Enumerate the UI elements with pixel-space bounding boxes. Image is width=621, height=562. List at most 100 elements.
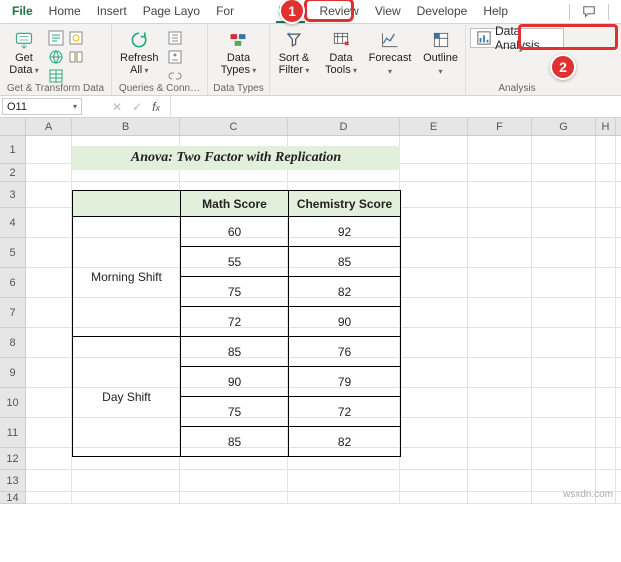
data-tools-label: Data Tools — [325, 52, 357, 77]
sort-filter-label: Sort & Filter — [279, 52, 310, 77]
worksheet[interactable]: ABCDEFGH 1234567891011121314 Anova: Two … — [0, 118, 621, 504]
tab-formulas[interactable]: For — [208, 1, 242, 22]
forecast-label: Forecast — [369, 52, 412, 78]
tab-view[interactable]: View — [367, 1, 409, 22]
row-header-12[interactable]: 12 — [0, 448, 26, 470]
row-header-7[interactable]: 7 — [0, 298, 26, 328]
col-header-F[interactable]: F — [468, 118, 532, 135]
tab-developer[interactable]: Develope — [409, 1, 476, 22]
forecast-button[interactable]: Forecast — [368, 26, 412, 80]
cell: 90 — [289, 307, 401, 337]
select-all-corner[interactable] — [0, 118, 26, 135]
row-header-1[interactable]: 1 — [0, 136, 26, 164]
col-header-A[interactable]: A — [26, 118, 72, 135]
refresh-all-label: Refresh All — [120, 52, 159, 77]
tab-help[interactable]: Help — [475, 1, 516, 22]
row-header-3[interactable]: 3 — [0, 182, 26, 208]
ribbon-body: Get Data Get & Transform Data Refresh Al… — [0, 24, 621, 96]
sort-filter-button[interactable]: Sort & Filter — [274, 26, 314, 79]
col-header-H[interactable]: H — [596, 118, 616, 135]
table-header-math: Math Score — [181, 191, 289, 217]
get-data-icon — [14, 30, 34, 50]
row-header-13[interactable]: 13 — [0, 470, 26, 492]
formula-bar-row: O11 ▾ ✕ ✓ fx — [0, 96, 621, 118]
row-header-6[interactable]: 6 — [0, 268, 26, 298]
comments-icon[interactable] — [576, 3, 602, 21]
row-header-14[interactable]: 14 — [0, 492, 26, 504]
get-data-button[interactable]: Get Data — [4, 26, 44, 79]
column-headers: ABCDEFGH — [0, 118, 621, 136]
cell: 85 — [181, 337, 289, 367]
data-types-button[interactable]: Data Types — [217, 26, 261, 79]
fx-icon[interactable]: fx — [152, 100, 160, 114]
group-morning: Morning Shift — [73, 217, 181, 337]
data-tools-button[interactable]: Data Tools — [321, 26, 361, 79]
formula-input[interactable] — [171, 96, 621, 117]
get-data-label: Get Data — [9, 52, 39, 77]
table-header-blank — [73, 191, 181, 217]
outline-label: Outline — [423, 52, 458, 78]
table-header-chem: Chemistry Score — [289, 191, 401, 217]
name-box-value: O11 — [7, 101, 27, 113]
row-header-4[interactable]: 4 — [0, 208, 26, 238]
chevron-down-icon[interactable]: ▾ — [73, 102, 77, 111]
title-banner: Anova: Two Factor with Replication — [72, 146, 400, 170]
queries-icon[interactable] — [167, 30, 183, 46]
tab-file[interactable]: File — [4, 1, 41, 22]
refresh-all-button[interactable]: Refresh All — [116, 26, 163, 79]
cell: 85 — [289, 247, 401, 277]
col-header-E[interactable]: E — [400, 118, 468, 135]
watermark: wsxdn.com — [563, 489, 613, 500]
row-headers: 1234567891011121314 — [0, 136, 26, 504]
cell: 90 — [181, 367, 289, 397]
group-analysis: Analysis — [470, 82, 564, 94]
data-table: Math Score Chemistry Score Morning Shift… — [72, 190, 401, 457]
name-box[interactable]: O11 ▾ — [2, 98, 82, 115]
sort-filter-icon — [284, 30, 304, 50]
row-header-8[interactable]: 8 — [0, 328, 26, 358]
outline-icon — [431, 30, 451, 50]
properties-icon[interactable] — [167, 49, 183, 65]
forecast-icon — [380, 30, 400, 50]
existing-connections-icon[interactable] — [68, 49, 84, 65]
row-header-9[interactable]: 9 — [0, 358, 26, 388]
cell: 82 — [289, 427, 401, 457]
group-day: Day Shift — [73, 337, 181, 457]
from-text-icon[interactable] — [48, 30, 64, 46]
group-get-transform: Get & Transform Data — [4, 82, 107, 94]
tab-insert[interactable]: Insert — [89, 1, 135, 22]
cell: 72 — [289, 397, 401, 427]
cell: 60 — [181, 217, 289, 247]
col-header-C[interactable]: C — [180, 118, 288, 135]
group-data-types: Data Types — [212, 82, 265, 94]
cell: 55 — [181, 247, 289, 277]
cell: 72 — [181, 307, 289, 337]
row-header-2[interactable]: 2 — [0, 164, 26, 182]
data-types-label: Data Types — [221, 52, 257, 77]
cancel-formula-icon: ✕ — [112, 100, 122, 114]
title-text: Anova: Two Factor with Replication — [72, 146, 400, 170]
group-queries: Queries & Conn… — [116, 82, 203, 94]
outline-button[interactable]: Outline — [420, 26, 461, 80]
cells-area[interactable]: Anova: Two Factor with Replication Math … — [26, 136, 621, 504]
cell: 79 — [289, 367, 401, 397]
tab-review[interactable]: Review — [311, 1, 366, 22]
tab-home[interactable]: Home — [41, 1, 89, 22]
cell: 92 — [289, 217, 401, 247]
row-header-5[interactable]: 5 — [0, 238, 26, 268]
from-web-icon[interactable] — [48, 49, 64, 65]
row-header-10[interactable]: 10 — [0, 388, 26, 418]
tab-page-layout[interactable]: Page Layo — [135, 1, 208, 22]
cell: 85 — [181, 427, 289, 457]
cell: 82 — [289, 277, 401, 307]
row-header-11[interactable]: 11 — [0, 418, 26, 448]
col-header-D[interactable]: D — [288, 118, 400, 135]
data-analysis-icon — [477, 31, 491, 45]
data-analysis-button[interactable]: Data Analysis — [470, 28, 564, 48]
recent-sources-icon[interactable] — [68, 30, 84, 46]
data-analysis-label: Data Analysis — [495, 24, 557, 52]
col-header-B[interactable]: B — [72, 118, 180, 135]
col-header-G[interactable]: G — [532, 118, 596, 135]
cell: 76 — [289, 337, 401, 367]
cell: 75 — [181, 397, 289, 427]
